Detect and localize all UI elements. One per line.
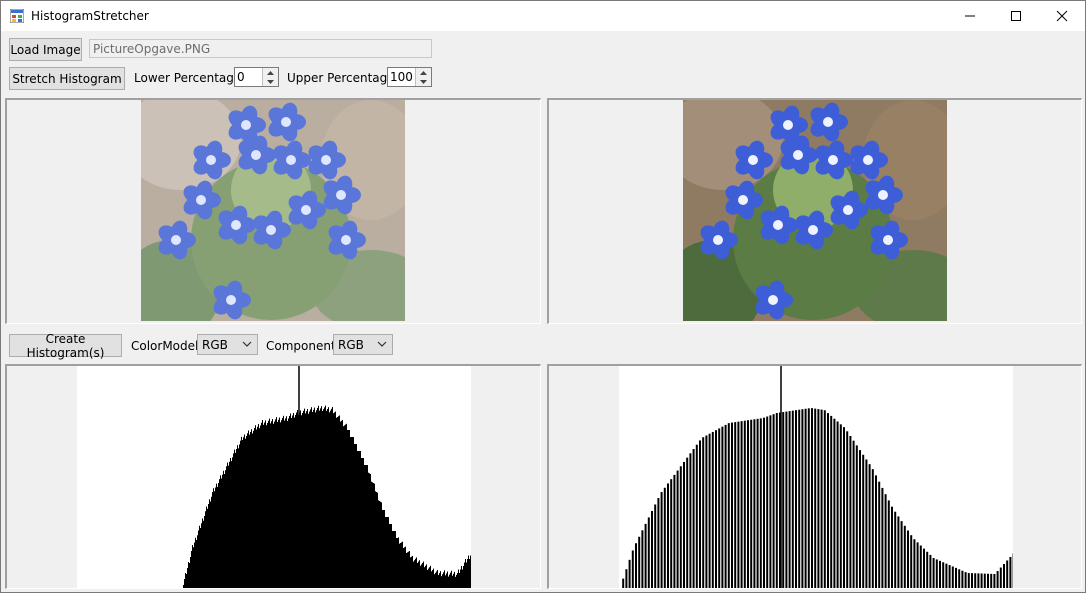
color-model-value: RGB [202, 338, 228, 352]
color-model-label: ColorModel: [131, 339, 203, 353]
upper-percentage-stepper[interactable]: 100 [387, 67, 432, 87]
upper-down-icon[interactable] [416, 77, 431, 86]
title-bar: HistogramStretcher [1, 1, 1085, 31]
color-model-dropdown[interactable]: RGB [197, 334, 258, 355]
flower-photo-original [141, 100, 405, 321]
lower-percentage-label: Lower Percentage: [134, 71, 246, 85]
lower-percentage-value[interactable]: 0 [237, 70, 245, 84]
upper-percentage-value[interactable]: 100 [390, 70, 413, 84]
component-value: RGB [338, 338, 364, 352]
stretched-image-panel [547, 98, 1082, 324]
component-dropdown[interactable]: RGB [333, 334, 393, 355]
minimize-button[interactable] [947, 1, 993, 31]
original-image-panel [5, 98, 541, 324]
maximize-icon [1011, 11, 1021, 21]
original-histogram [77, 366, 471, 588]
lower-up-icon[interactable] [263, 68, 278, 77]
upper-up-icon[interactable] [416, 68, 431, 77]
app-window: HistogramStretcher Load Image PictureOpg… [0, 0, 1086, 593]
lower-down-icon[interactable] [263, 77, 278, 86]
file-path-field[interactable]: PictureOpgave.PNG [89, 39, 432, 58]
load-image-button[interactable]: Load Image [9, 38, 82, 61]
component-label: Component: [266, 339, 340, 353]
chevron-down-icon [377, 341, 387, 347]
lower-percentage-stepper[interactable]: 0 [234, 67, 279, 87]
flower-photo-stretched [683, 100, 947, 321]
chevron-down-icon [242, 341, 252, 347]
close-icon [1056, 10, 1068, 22]
stretch-histogram-button[interactable]: Stretch Histogram [9, 67, 125, 90]
minimize-icon [965, 15, 975, 17]
stretched-histogram [619, 366, 1013, 588]
close-button[interactable] [1039, 1, 1085, 31]
stretched-histogram-panel [547, 364, 1082, 589]
upper-percentage-label: Upper Percentage: [287, 71, 399, 85]
app-icon [10, 9, 24, 23]
window-title: HistogramStretcher [31, 9, 149, 23]
maximize-button[interactable] [993, 1, 1039, 31]
original-histogram-panel [5, 364, 541, 589]
create-histograms-button[interactable]: Create Histogram(s) [9, 332, 122, 360]
